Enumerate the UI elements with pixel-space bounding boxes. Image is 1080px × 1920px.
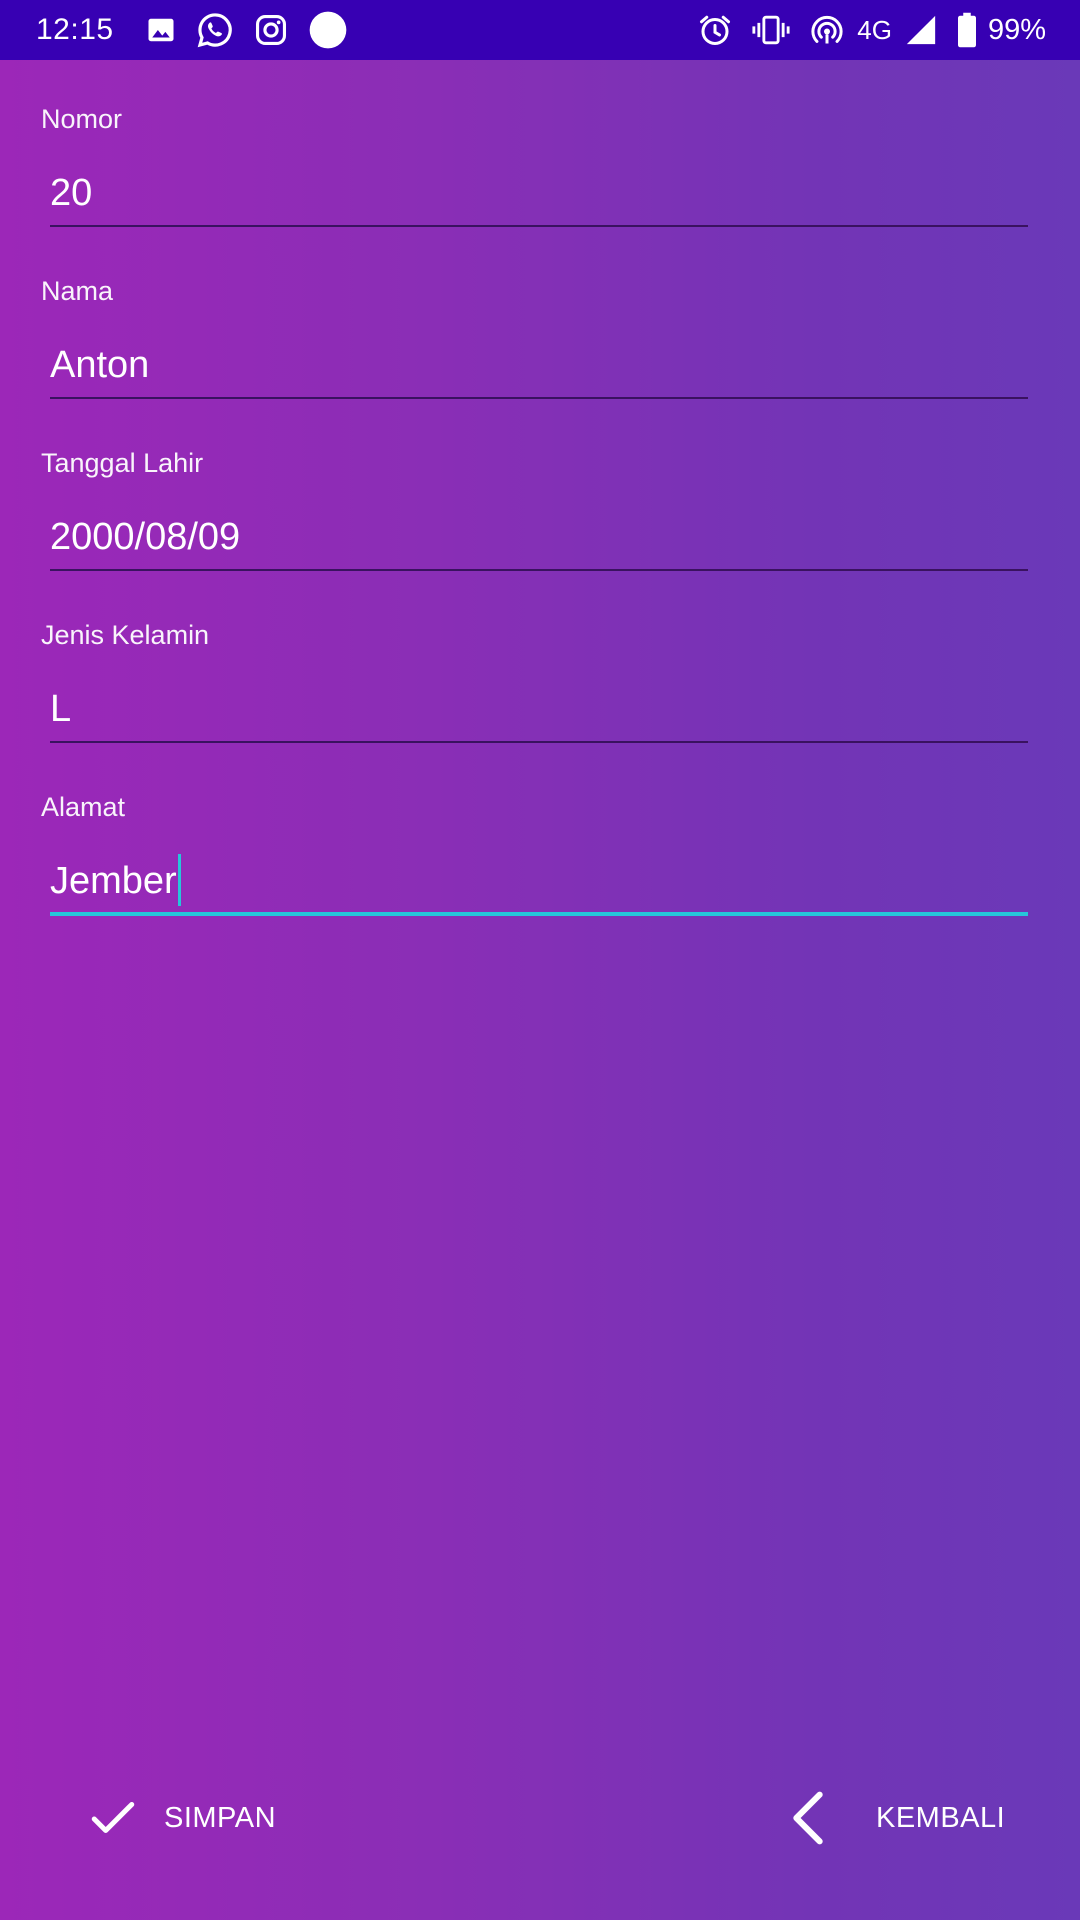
text-caret — [177, 853, 181, 906]
nomor-input[interactable]: 20 — [50, 168, 1028, 218]
back-button-label: KEMBALI — [876, 1801, 1006, 1834]
save-button-label: SIMPAN — [164, 1801, 277, 1834]
field-nama: Nama Anton — [0, 232, 1080, 404]
hotspot-icon — [809, 10, 845, 50]
field-nomor: Nomor 20 — [0, 60, 1080, 232]
status-time: 12:15 — [36, 13, 114, 46]
system-icons: 4G 99% — [679, 10, 1046, 50]
field-tanggal-lahir: Tanggal Lahir 2000/08/09 — [0, 404, 1080, 576]
input-underline — [50, 225, 1028, 227]
nama-input[interactable]: Anton — [50, 340, 1028, 390]
chevron-left-icon — [788, 1791, 828, 1845]
alamat-input[interactable]: Jember — [50, 853, 1028, 906]
alamat-input-text: Jember — [50, 860, 177, 902]
field-jenis-kelamin: Jenis Kelamin L — [0, 576, 1080, 748]
field-label: Tanggal Lahir — [41, 448, 204, 478]
alarm-icon — [697, 10, 733, 50]
field-label: Nama — [41, 276, 114, 306]
input-underline — [50, 397, 1028, 399]
field-label: Jenis Kelamin — [41, 620, 210, 650]
input-underline-focused — [50, 912, 1028, 916]
vibrate-icon — [751, 10, 791, 50]
notification-icons — [146, 10, 368, 50]
gallery-icon — [146, 10, 176, 50]
check-icon — [88, 1798, 138, 1838]
field-label: Nomor — [41, 104, 123, 134]
jenis-kelamin-input[interactable]: L — [50, 684, 1028, 734]
network-type: 4G — [857, 14, 892, 45]
save-button[interactable]: SIMPAN — [88, 1786, 276, 1850]
field-label: Alamat — [41, 792, 126, 822]
battery-percent: 99% — [987, 13, 1046, 46]
whatsapp-icon — [196, 10, 234, 50]
field-alamat: Alamat Jember — [0, 748, 1080, 920]
screen: 12:15 4G 99% Nomor 20 Nama Anton Tanggal… — [0, 0, 1080, 1920]
instagram-icon — [254, 10, 288, 50]
tanggal-lahir-input[interactable]: 2000/08/09 — [50, 512, 1028, 562]
input-underline — [50, 569, 1028, 571]
input-underline — [50, 741, 1028, 743]
status-bar: 12:15 4G 99% — [0, 0, 1080, 60]
signal-icon — [904, 10, 938, 50]
battery-icon — [956, 10, 978, 50]
circle-notification-icon — [308, 10, 348, 50]
back-button[interactable]: KEMBALI — [788, 1786, 1005, 1850]
